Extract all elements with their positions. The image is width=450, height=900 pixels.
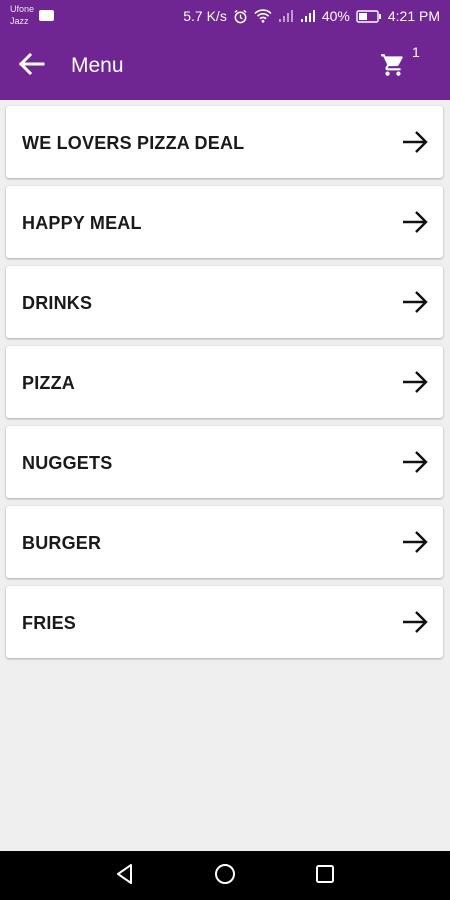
alarm-icon: [233, 9, 248, 24]
arrow-right-icon: [401, 449, 429, 475]
menu-item-label: HAPPY MEAL: [22, 213, 142, 233]
cart-button[interactable]: [376, 48, 416, 84]
arrow-right-icon: [401, 369, 429, 395]
arrow-left-icon: [17, 52, 45, 81]
menu-item-label: PIZZA: [22, 373, 75, 393]
arrow-right-icon: [401, 609, 429, 635]
signal-icon-sim2: [300, 9, 316, 23]
app-bar: Menu 1: [0, 32, 450, 100]
menu-list: WE LOVERS PIZZA DEAL HAPPY MEAL DRINKS P…: [6, 106, 443, 666]
triangle-back-icon: [114, 863, 136, 890]
menu-item-pizza[interactable]: PIZZA: [6, 346, 443, 418]
back-button[interactable]: [14, 50, 48, 82]
menu-item-burger[interactable]: BURGER: [6, 506, 443, 578]
arrow-right-icon: [401, 209, 429, 235]
menu-item-happy-meal[interactable]: HAPPY MEAL: [6, 186, 443, 258]
circle-home-icon: [214, 863, 236, 890]
cart-count-badge: 1: [412, 44, 420, 60]
status-indicators: 5.7 K/s 40% 4:21 PM: [183, 6, 440, 26]
battery-icon: [356, 9, 382, 23]
menu-item-label: FRIES: [22, 613, 77, 633]
arrow-right-icon: [401, 289, 429, 315]
menu-item-we-lovers-pizza-deal[interactable]: WE LOVERS PIZZA DEAL: [6, 106, 443, 178]
menu-item-label: NUGGETS: [22, 453, 113, 473]
network-speed: 5.7 K/s: [183, 8, 227, 24]
notification-icon: [39, 10, 54, 21]
clock: 4:21 PM: [387, 8, 440, 24]
menu-item-label: BURGER: [22, 533, 102, 553]
nav-home-button[interactable]: [212, 863, 238, 889]
status-bar: Ufone Jazz 5.7 K/s 40% 4:21 PM: [0, 0, 450, 32]
signal-icon-sim1: [278, 9, 294, 23]
menu-item-nuggets[interactable]: NUGGETS: [6, 426, 443, 498]
battery-level: 40%: [321, 8, 350, 24]
menu-item-fries[interactable]: FRIES: [6, 586, 443, 658]
system-nav-bar: [0, 851, 450, 900]
menu-item-drinks[interactable]: DRINKS: [6, 266, 443, 338]
menu-item-label: WE LOVERS PIZZA DEAL: [22, 133, 245, 153]
carrier-primary: Ufone: [10, 4, 35, 14]
arrow-right-icon: [401, 529, 429, 555]
arrow-right-icon: [401, 129, 429, 155]
carrier-names: Ufone Jazz: [10, 3, 34, 27]
wifi-icon: [254, 9, 272, 23]
nav-back-button[interactable]: [112, 863, 138, 889]
page-title: Menu: [71, 54, 124, 77]
square-recents-icon: [315, 864, 335, 889]
nav-recents-button[interactable]: [312, 863, 338, 889]
menu-item-label: DRINKS: [22, 293, 93, 313]
carrier-secondary: Jazz: [10, 16, 29, 26]
